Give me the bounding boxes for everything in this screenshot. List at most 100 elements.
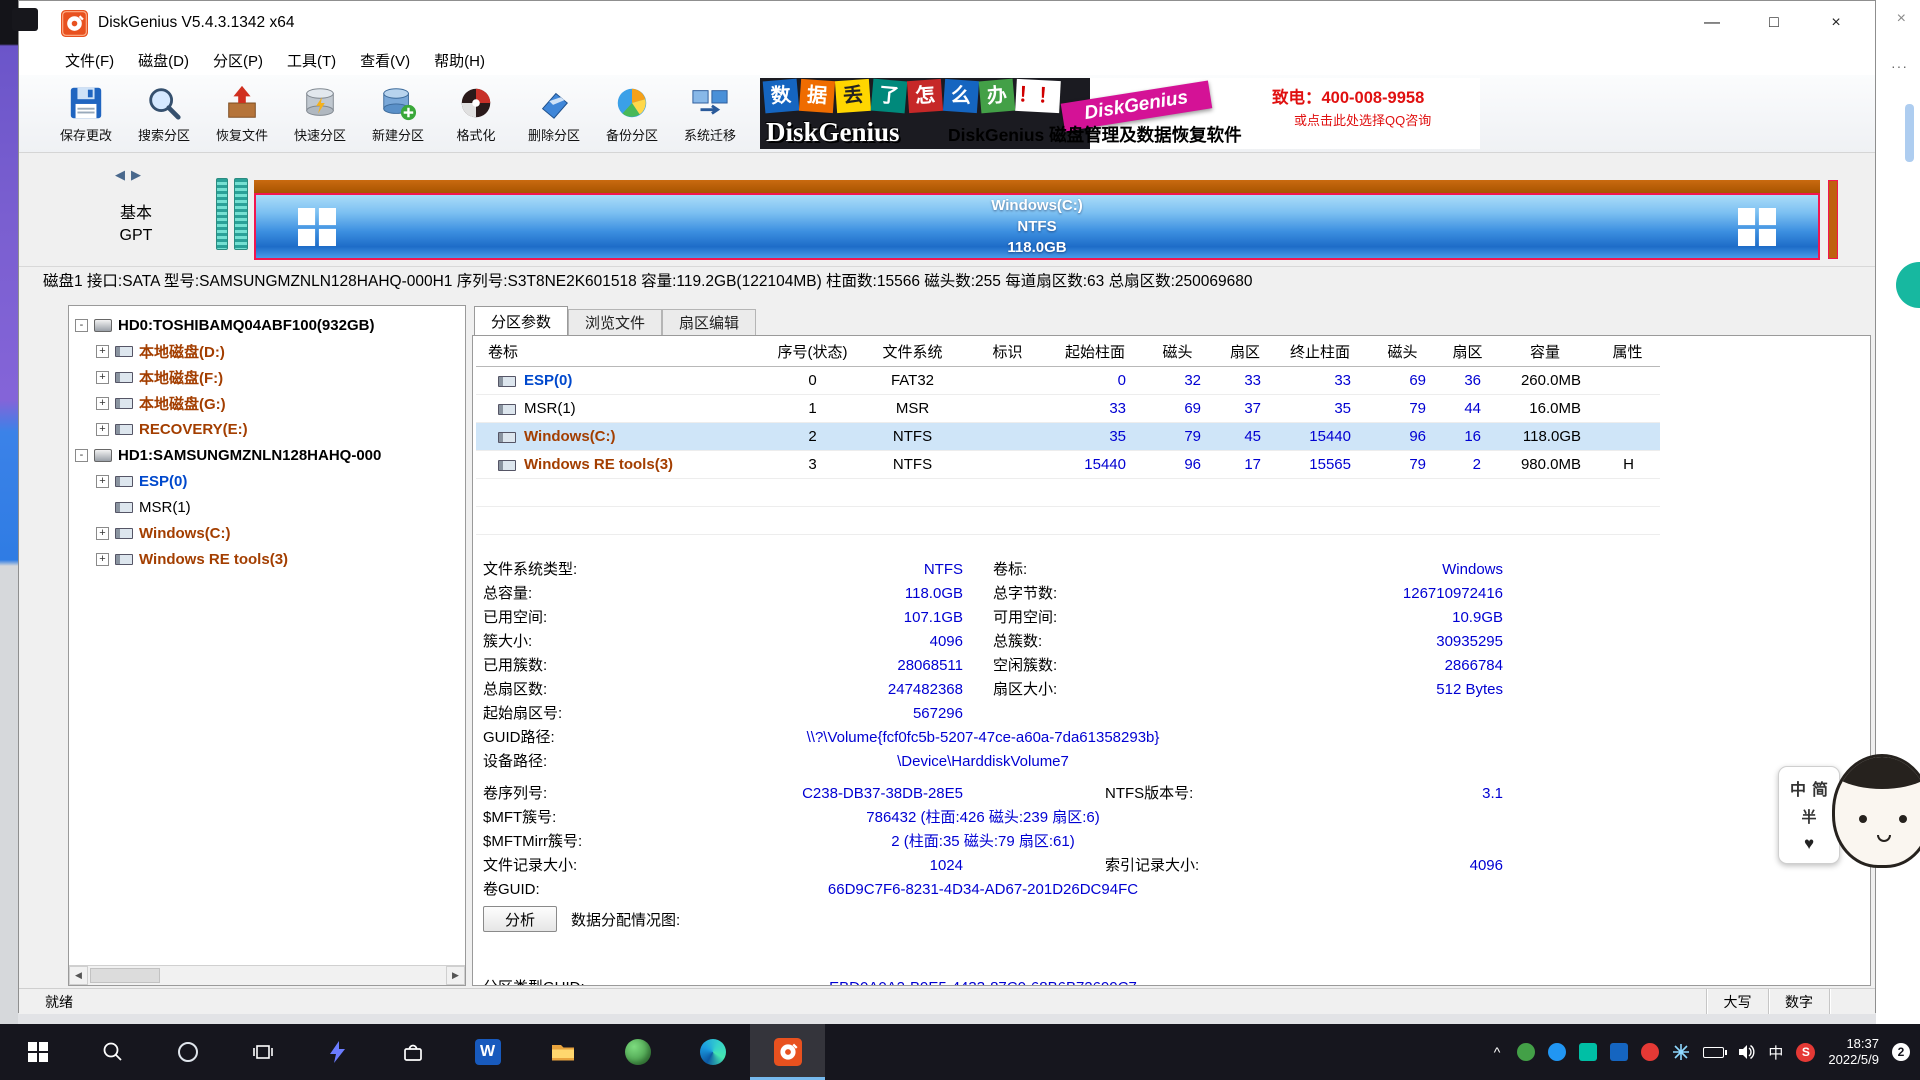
toolbar-system-migrate-button[interactable]: 系统迁移 <box>671 79 749 149</box>
taskbar-app-green-browser[interactable] <box>600 1024 675 1080</box>
scrollbar-thumb[interactable] <box>90 968 160 983</box>
partition-icon <box>498 432 516 443</box>
expand-icon[interactable]: + <box>96 397 109 410</box>
tree-node-hd0[interactable]: -HD0:TOSHIBAMQ04ABF100(932GB) <box>69 312 465 338</box>
task-view-button[interactable] <box>225 1024 300 1080</box>
toolbar-delete-partition-button[interactable]: 删除分区 <box>515 79 593 149</box>
nav-forward-icon[interactable]: ▶ <box>131 167 147 182</box>
toolbar-new-partition-button[interactable]: 新建分区 <box>359 79 437 149</box>
taskbar-app-diskgenius-active[interactable] <box>750 1024 825 1080</box>
collapse-icon[interactable]: - <box>75 319 88 332</box>
partition-icon <box>115 398 133 409</box>
taskbar-app-store[interactable] <box>375 1024 450 1080</box>
detail-value: 30935295 <box>1173 630 1503 654</box>
ad-qq-link[interactable]: 或点击此处选择QQ咨询 <box>1294 110 1431 129</box>
tree-node-windows-c[interactable]: +Windows(C:) <box>69 520 465 546</box>
toolbar-save-changes-button[interactable]: 保存更改 <box>47 79 125 149</box>
expand-icon[interactable]: + <box>96 371 109 384</box>
sogou-icon[interactable]: S <box>1796 1043 1815 1062</box>
cortana-button[interactable] <box>150 1024 225 1080</box>
tray-icon-green[interactable] <box>1517 1043 1535 1061</box>
toolbar-search-partition-button[interactable]: 搜索分区 <box>125 79 203 149</box>
diskgenius-window: DiskGenius V5.4.3.1342 x64 — □ × 文件(F) 磁… <box>18 0 1876 1013</box>
tray-icon-red[interactable] <box>1641 1043 1659 1061</box>
tab-sector-editor[interactable]: 扇区编辑 <box>662 309 756 335</box>
disk-nav-arrows[interactable]: ◀▶ <box>115 167 147 183</box>
menu-view[interactable]: 查看(V) <box>348 50 422 71</box>
taskbar-app-word[interactable]: W <box>450 1024 525 1080</box>
tab-browse-files[interactable]: 浏览文件 <box>568 309 662 335</box>
tray-icon-qq[interactable] <box>1610 1043 1628 1061</box>
tray-expand-icon[interactable]: ^ <box>1490 1044 1505 1060</box>
tree-node-msr[interactable]: MSR(1) <box>69 494 465 520</box>
expand-icon[interactable]: + <box>96 553 109 566</box>
collapse-icon[interactable]: - <box>75 449 88 462</box>
nav-back-icon[interactable]: ◀ <box>115 167 131 182</box>
tree-node-local-d[interactable]: +本地磁盘(D:) <box>69 338 465 364</box>
ad-brand-logo: DiskGenius <box>766 117 900 148</box>
detail-label: GUID路径: <box>473 726 663 750</box>
menu-partition[interactable]: 分区(P) <box>201 50 275 71</box>
disk-thumbnail-bar[interactable] <box>216 178 228 250</box>
maximize-button[interactable]: □ <box>1743 5 1805 41</box>
menu-help[interactable]: 帮助(H) <box>422 50 497 71</box>
tree-horizontal-scrollbar[interactable]: ◀ ▶ <box>69 965 465 985</box>
close-button[interactable]: × <box>1805 5 1867 41</box>
taskbar-app-file-explorer[interactable] <box>525 1024 600 1080</box>
search-partition-icon <box>145 84 183 122</box>
tray-icon-blue[interactable] <box>1548 1043 1566 1061</box>
battery-icon[interactable] <box>1703 1047 1724 1058</box>
detail-label: 卷序列号: <box>473 782 663 806</box>
expand-icon[interactable]: + <box>96 423 109 436</box>
tree-node-esp[interactable]: +ESP(0) <box>69 468 465 494</box>
tab-partition-parameters[interactable]: 分区参数 <box>474 306 568 335</box>
table-row-msr[interactable]: MSR(1) 1 MSR 33 69 37 35 79 44 16.0MB <box>476 395 1660 423</box>
notification-badge[interactable]: 2 <box>1892 1043 1910 1061</box>
detail-value: 126710972416 <box>1173 582 1503 606</box>
ime-mode-chinese[interactable]: 中 <box>1790 776 1806 800</box>
toolbar-recover-files-button[interactable]: 恢复文件 <box>203 79 281 149</box>
partition-type-guid-row: 分区类型GUID: EBD0A0A2-B9E5-4433-87C0-68B6B7… <box>473 976 1303 986</box>
disk-thumbnail-bar[interactable] <box>234 178 248 250</box>
expand-icon[interactable]: + <box>96 527 109 540</box>
ime-heart-icon[interactable]: ♥ <box>1804 834 1814 854</box>
menu-disk[interactable]: 磁盘(D) <box>126 50 201 71</box>
detail-value: 28068511 <box>663 654 963 678</box>
ime-floating-toolbar[interactable]: 中简 半 ♥ <box>1778 766 1840 864</box>
table-row-esp[interactable]: ESP(0) 0 FAT32 0 32 33 33 69 36 260.0MB <box>476 367 1660 395</box>
expand-icon[interactable]: + <box>96 345 109 358</box>
detail-value: NTFS <box>663 558 963 582</box>
partition-block-windows-c[interactable]: Windows(C:) NTFS 118.0GB <box>254 193 1820 260</box>
tray-icon-teal[interactable] <box>1579 1043 1597 1061</box>
scrollbar-track[interactable] <box>88 966 446 985</box>
scroll-left-icon[interactable]: ◀ <box>69 966 88 985</box>
expand-icon[interactable]: + <box>96 475 109 488</box>
taskbar-app-lightning[interactable] <box>300 1024 375 1080</box>
taskbar-search-button[interactable] <box>75 1024 150 1080</box>
tree-node-recovery-e[interactable]: +RECOVERY(E:) <box>69 416 465 442</box>
tree-node-local-g[interactable]: +本地磁盘(G:) <box>69 390 465 416</box>
taskbar-clock[interactable]: 18:37 2022/5/9 <box>1828 1036 1879 1068</box>
detail-value: C238-DB37-38DB-28E5 <box>663 782 963 806</box>
menu-tools[interactable]: 工具(T) <box>275 50 348 71</box>
tree-node-local-f[interactable]: +本地磁盘(F:) <box>69 364 465 390</box>
table-row-windows-c-selected[interactable]: Windows(C:) 2 NTFS 35 79 45 15440 96 16 … <box>476 423 1660 451</box>
ime-mode-simplified[interactable]: 简 <box>1812 776 1828 800</box>
minimize-button[interactable]: — <box>1681 5 1743 41</box>
toolbar-format-button[interactable]: 格式化 <box>437 79 515 149</box>
scroll-right-icon[interactable]: ▶ <box>446 966 465 985</box>
toolbar-quick-partition-button[interactable]: 快速分区 <box>281 79 359 149</box>
ime-mode-halfwidth[interactable]: 半 <box>1801 806 1816 827</box>
volume-icon[interactable] <box>1737 1043 1755 1061</box>
taskbar-app-edge[interactable] <box>675 1024 750 1080</box>
menu-file[interactable]: 文件(F) <box>53 50 126 71</box>
table-row-windows-re[interactable]: Windows RE tools(3) 3 NTFS 15440 96 17 1… <box>476 451 1660 479</box>
ime-language-indicator[interactable]: 中 <box>1768 1042 1783 1063</box>
ad-banner[interactable]: 数 据 丢 了 怎 么 办 ！！ DiskGenius DiskGenius 致… <box>760 78 1480 149</box>
analyze-button[interactable]: 分析 <box>483 906 557 932</box>
start-button[interactable] <box>0 1024 75 1080</box>
toolbar-backup-partition-button[interactable]: 备份分区 <box>593 79 671 149</box>
snowflake-icon[interactable] <box>1672 1043 1690 1061</box>
tree-node-windows-re[interactable]: +Windows RE tools(3) <box>69 546 465 572</box>
tree-node-hd1[interactable]: -HD1:SAMSUNGMZNLN128HAHQ-000 <box>69 442 465 468</box>
